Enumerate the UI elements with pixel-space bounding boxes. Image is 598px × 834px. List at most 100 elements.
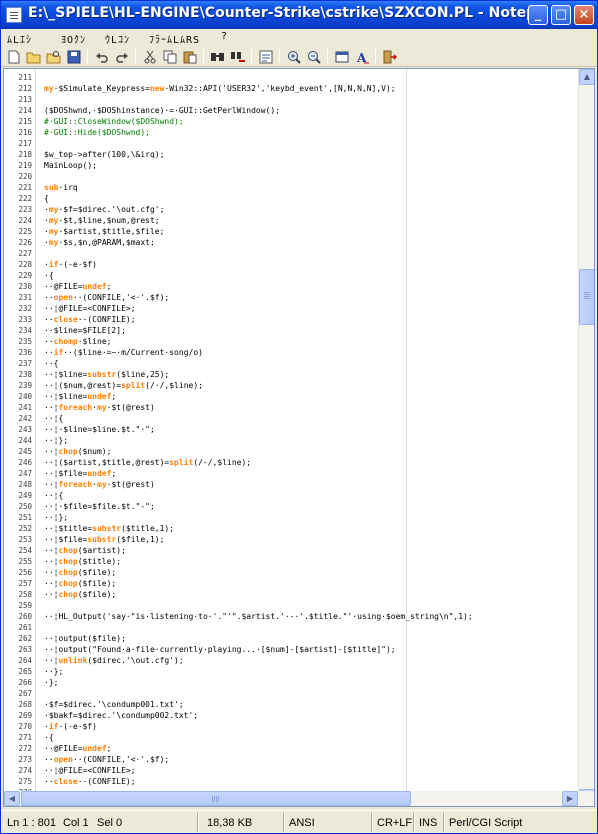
zoom-in-icon[interactable] [285,48,303,66]
code-line[interactable]: 231 ··open··(CONFILE,'<·'.$f); [4,292,578,303]
code-line[interactable]: 252 ··¦$title=substr($title,1); [4,523,578,534]
code-line[interactable]: 256 ··¦chop($file); [4,567,578,578]
code-line[interactable]: 239 ··¦($num,@rest)=split(/·/,$line); [4,380,578,391]
undo-icon[interactable] [93,48,111,66]
horizontal-scroll-thumb[interactable] [21,791,411,806]
code-line[interactable]: 246 ··¦($artist,$title,@rest)=split(/-/,$… [4,457,578,468]
font-icon[interactable]: A [353,48,371,66]
code-line[interactable]: 269 ·$bakf=$direc.'\condump002.txt'; [4,710,578,721]
replace-icon[interactable] [229,48,247,66]
code-line[interactable]: 217 [4,138,578,149]
code-line[interactable]: 218 $w_top->after(100,\&irq); [4,149,578,160]
code-line[interactable]: 236 ··if··($line·=~·m/Current·song/o) [4,347,578,358]
code-line[interactable]: 273 ··open··(CONFILE,'<·'.$f); [4,754,578,765]
editor-lines[interactable]: 211 212 my·$Simulate_Keypress=new·Win32::A… [4,72,578,798]
code-line[interactable]: 275 ··close··(CONFILE); [4,776,578,787]
open-file-icon[interactable] [25,48,43,66]
code-line[interactable]: 235 ··chomp·$line; [4,336,578,347]
notepad-app-icon[interactable] [6,7,22,23]
code-line[interactable]: 253 ··¦$file=substr($file,1); [4,534,578,545]
code-line[interactable]: 270 ·if·(-e·$f) [4,721,578,732]
code-line[interactable]: 264 ··¦unlink($direc.'\out.cfg'); [4,655,578,666]
status-scheme[interactable]: Perl/CGI Script [445,815,522,831]
code-line[interactable]: 216 #·GUI::Hide($DOShwnd); [4,127,578,138]
code-line[interactable]: 258 ··¦chop($file); [4,589,578,600]
code-line[interactable]: 222 { [4,193,578,204]
close-button[interactable]: × [574,5,594,25]
menu-view[interactable]: ｳLｺﾝ [105,31,130,46]
status-encoding[interactable]: ANSI [285,815,315,831]
code-line[interactable]: 230 ··@FILE=undef; [4,281,578,292]
code-line[interactable]: 238 ··¦$line=substr($line,25); [4,369,578,380]
code-line[interactable]: 263 ··¦output("Found·a·file·currently·pla… [4,644,578,655]
code-line[interactable]: 251 ··¦}; [4,512,578,523]
code-line[interactable]: 262 ··¦output($file); [4,633,578,644]
code-line[interactable]: 247 ··¦$file=undef; [4,468,578,479]
code-line[interactable]: 214 ($DOShwnd,·$DOShinstance)·=·GUI::GetP… [4,105,578,116]
horizontal-scrollbar[interactable]: ◀ ▶ [3,791,595,807]
code-line[interactable]: 267 [4,688,578,699]
code-line[interactable]: 211 [4,72,578,83]
browse-icon[interactable] [45,48,63,66]
code-line[interactable]: 234 ··$line=$FILE[2]; [4,325,578,336]
menu-file[interactable]: ﾑLｴｼ [7,31,32,46]
menu-settings[interactable]: ﾌﾗｰﾑLﾑRS [149,31,200,46]
code-line[interactable]: 229 ·{ [4,270,578,281]
code-line[interactable]: 213 [4,94,578,105]
minimize-button[interactable]: _ [528,5,548,25]
code-line[interactable]: 255 ··¦chop($title); [4,556,578,567]
redo-icon[interactable] [113,48,131,66]
code-line[interactable]: 212 my·$Simulate_Keypress=new·Win32::API(… [4,83,578,94]
code-line[interactable]: 254 ··¦chop($artist); [4,545,578,556]
scroll-right-arrow-icon[interactable]: ▶ [562,791,578,806]
code-line[interactable]: 249 ··¦{ [4,490,578,501]
code-line[interactable]: 228 ·if·(-e·$f) [4,259,578,270]
code-line[interactable]: 272 ··@FILE=undef; [4,743,578,754]
title-bar[interactable]: E:\_SPIELE\HL-ENGINE\Counter-Strike\cstr… [1,1,597,29]
code-line[interactable]: 248 ··¦foreach·my·$t(@rest) [4,479,578,490]
goto-icon[interactable] [257,48,275,66]
menu-help[interactable]: ? [221,31,228,42]
code-line[interactable]: 260 ··¦HL_Output('say·"is·listening·to·'.… [4,611,578,622]
code-line[interactable]: 271 ·{ [4,732,578,743]
code-line[interactable]: 245 ··¦chop($num); [4,446,578,457]
maximize-button[interactable]: □ [551,5,571,25]
code-editor[interactable]: 211 212 my·$Simulate_Keypress=new·Win32::A… [3,68,595,806]
scroll-up-arrow-icon[interactable]: ▲ [579,69,594,85]
vertical-scroll-thumb[interactable] [579,269,594,325]
settings-icon[interactable] [333,48,351,66]
cut-icon[interactable] [141,48,159,66]
new-file-icon[interactable] [5,48,23,66]
code-line[interactable]: 250 ··¦·$file=$file.$t."-"; [4,501,578,512]
code-line[interactable]: 266 ·}; [4,677,578,688]
exit-icon[interactable] [381,48,399,66]
copy-icon[interactable] [161,48,179,66]
code-line[interactable]: 223 ·my·$f=$direc.'\out.cfg'; [4,204,578,215]
code-line[interactable]: 225 ·my·$artist,$title,$file; [4,226,578,237]
code-line[interactable]: 259 [4,600,578,611]
code-line[interactable]: 274 ··¦@FILE=<CONFILE>; [4,765,578,776]
code-line[interactable]: 232 ··¦@FILE=<CONFILE>; [4,303,578,314]
code-line[interactable]: 243 ··¦·$line=$line.$t."·"; [4,424,578,435]
status-line-ending[interactable]: CR+LF [373,815,412,831]
vertical-scrollbar[interactable]: ▲ ▼ [578,69,594,805]
code-line[interactable]: 226 ·my·$s,$n,@PARAM,$maxt; [4,237,578,248]
zoom-out-icon[interactable] [305,48,323,66]
code-line[interactable]: 240 ··¦$line=undef; [4,391,578,402]
menu-edit[interactable]: ﾖOｸﾝ [61,31,86,46]
status-insert-mode[interactable]: INS [415,815,437,831]
code-line[interactable]: 219 MainLoop(); [4,160,578,171]
code-line[interactable]: 221 sub·irq [4,182,578,193]
code-line[interactable]: 241 ··¦foreach·my·$t(@rest) [4,402,578,413]
code-line[interactable]: 215 #·GUI::CloseWindow($DOShwnd); [4,116,578,127]
code-line[interactable]: 257 ··¦chop($file); [4,578,578,589]
code-line[interactable]: 242 ··¦{ [4,413,578,424]
code-line[interactable]: 244 ··¦}; [4,435,578,446]
code-line[interactable]: 265 ··}; [4,666,578,677]
code-line[interactable]: 233 ··close··(CONFILE); [4,314,578,325]
code-line[interactable]: 224 ·my·$t,$line,$num,@rest; [4,215,578,226]
code-line[interactable]: 220 [4,171,578,182]
save-icon[interactable] [65,48,83,66]
code-line[interactable]: 268 ·$f=$direc.'\condump001.txt'; [4,699,578,710]
scroll-left-arrow-icon[interactable]: ◀ [4,791,20,806]
